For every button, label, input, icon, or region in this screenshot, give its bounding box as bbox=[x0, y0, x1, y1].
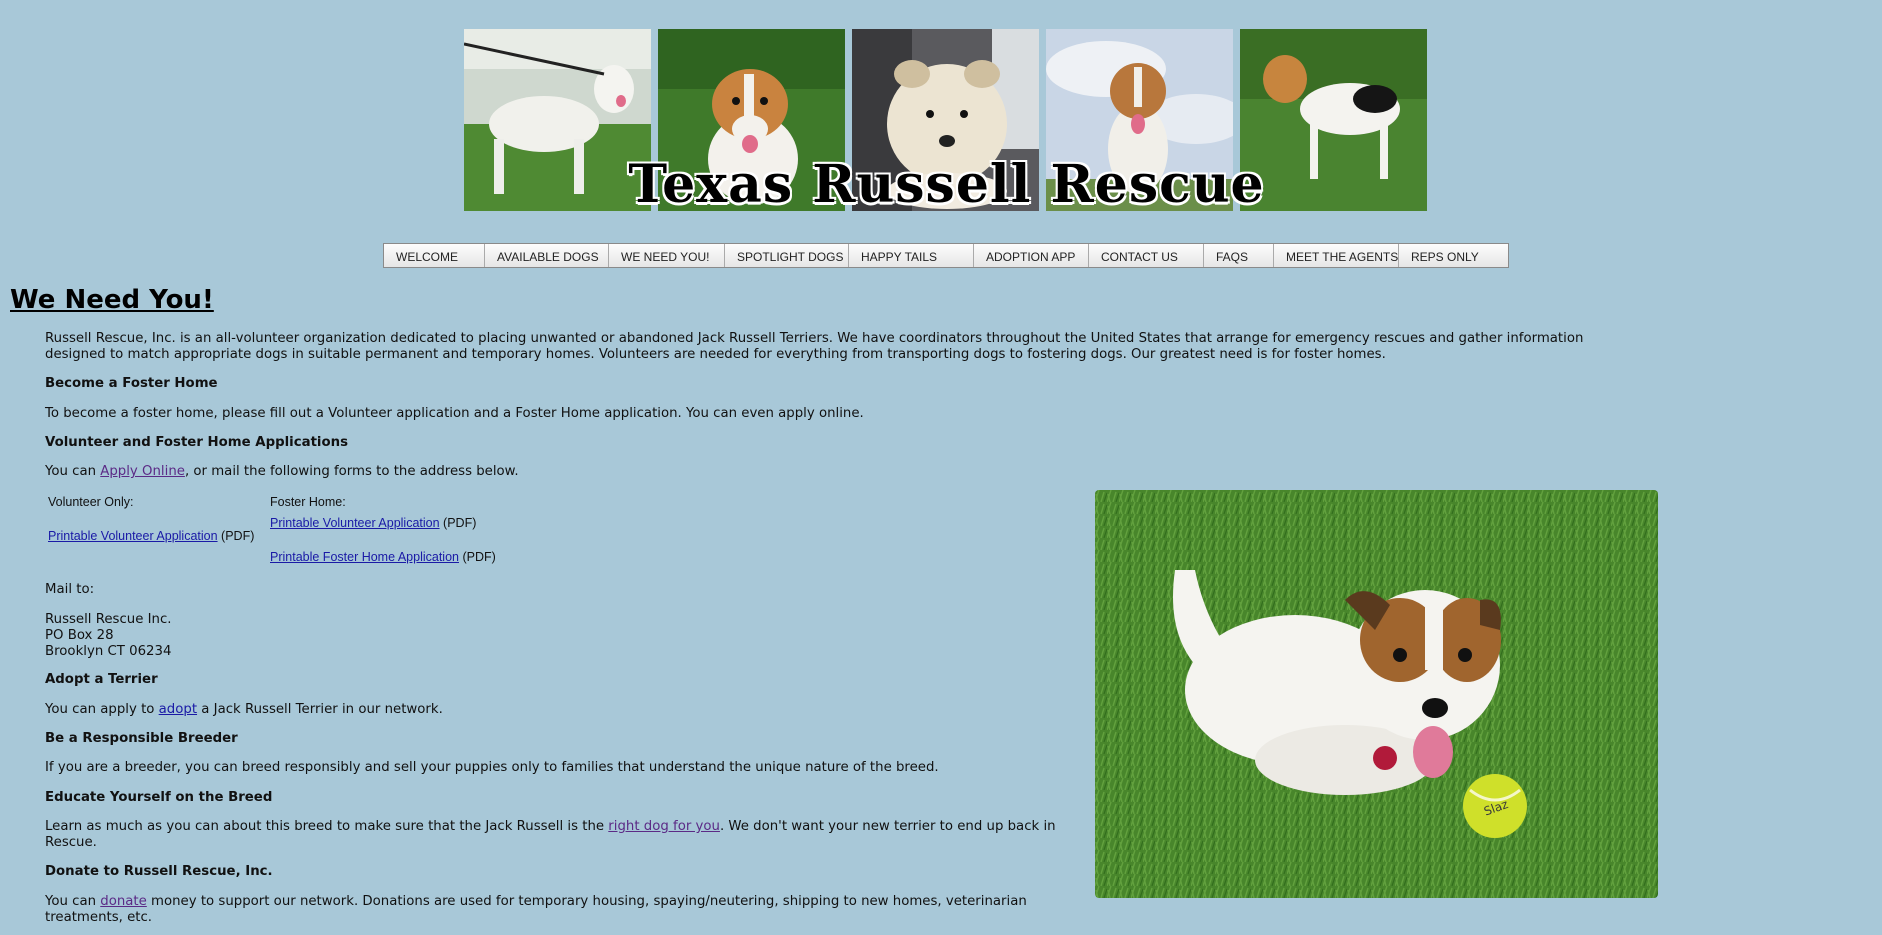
volunteer-application-link[interactable]: Printable Volunteer Application bbox=[48, 529, 218, 543]
page-title: We Need You! bbox=[10, 285, 214, 315]
foster-volunteer-application-link[interactable]: Printable Volunteer Application bbox=[270, 516, 440, 530]
dog-with-ball-photo: Slaz bbox=[1095, 490, 1658, 898]
nav-spotlight-dogs[interactable]: SPOTLIGHT DOGS bbox=[725, 244, 849, 267]
foster-home-row: Printable Foster Home Application (PDF) bbox=[270, 549, 496, 565]
nav-happy-tails[interactable]: HAPPY TAILS bbox=[849, 244, 974, 267]
donate-link[interactable]: donate bbox=[100, 894, 147, 909]
adopt-text-before: You can apply to bbox=[45, 702, 159, 717]
apply-online-link[interactable]: Apply Online bbox=[100, 464, 185, 479]
adopt-text-after: a Jack Russell Terrier in our network. bbox=[197, 702, 443, 717]
pdf-label: (PDF) bbox=[221, 529, 255, 543]
nav-we-need-you[interactable]: WE NEED YOU! bbox=[609, 244, 725, 267]
foster-home-application-link[interactable]: Printable Foster Home Application bbox=[270, 550, 459, 564]
intro-text: Russell Rescue, Inc. is an all-volunteer… bbox=[45, 331, 1584, 362]
site-title: Texas Russell Rescue bbox=[628, 154, 1265, 215]
nav-adoption-app[interactable]: ADOPTION APP bbox=[974, 244, 1089, 267]
nav-faqs[interactable]: FAQS bbox=[1204, 244, 1274, 267]
foster-label: Foster Home: bbox=[270, 495, 346, 509]
pdf-label: (PDF) bbox=[443, 516, 477, 530]
mail-line-3: Brooklyn CT 06234 bbox=[45, 644, 172, 659]
breeder-text: If you are a breeder, you can breed resp… bbox=[45, 760, 939, 775]
applications-text-before: You can bbox=[45, 464, 101, 479]
main-nav: WELCOME AVAILABLE DOGS WE NEED YOU! SPOT… bbox=[383, 243, 1509, 268]
foster-volunteer-row: Printable Volunteer Application (PDF) bbox=[270, 515, 476, 531]
donate-text: You can donate money to support our netw… bbox=[45, 894, 1045, 926]
adopt-heading: Adopt a Terrier bbox=[45, 672, 158, 687]
volunteer-only-row: Printable Volunteer Application (PDF) bbox=[48, 528, 254, 544]
educate-heading: Educate Yourself on the Breed bbox=[45, 790, 273, 805]
mail-line-1: Russell Rescue Inc. bbox=[45, 612, 172, 627]
donate-text-before: You can bbox=[45, 894, 101, 909]
applications-heading: Volunteer and Foster Home Applications bbox=[45, 435, 349, 450]
nav-meet-the-agents[interactable]: MEET THE AGENTS bbox=[1274, 244, 1399, 267]
site-banner: Texas Russell Rescue bbox=[464, 29, 1429, 211]
nav-reps-only[interactable]: REPS ONLY bbox=[1399, 244, 1508, 267]
educate-text-before: Learn as much as you can about this bree… bbox=[45, 819, 609, 834]
adopt-text: You can apply to adopt a Jack Russell Te… bbox=[45, 702, 443, 718]
applications-text: You can Apply Online, or mail the follow… bbox=[45, 464, 519, 480]
mail-label: Mail to: bbox=[45, 582, 95, 597]
donate-text-after: money to support our network. Donations … bbox=[45, 894, 1027, 925]
educate-text: Learn as much as you can about this bree… bbox=[45, 819, 1075, 851]
pdf-label: (PDF) bbox=[462, 550, 496, 564]
adopt-link[interactable]: adopt bbox=[159, 702, 197, 717]
donate-heading: Donate to Russell Rescue, Inc. bbox=[45, 864, 273, 879]
right-dog-link[interactable]: right dog for you bbox=[608, 819, 720, 834]
nav-contact-us[interactable]: CONTACT US bbox=[1089, 244, 1204, 267]
nav-available-dogs[interactable]: AVAILABLE DOGS bbox=[485, 244, 609, 267]
volunteer-label: Volunteer Only: bbox=[48, 495, 134, 509]
foster-heading: Become a Foster Home bbox=[45, 376, 218, 391]
foster-text: To become a foster home, please fill out… bbox=[45, 406, 864, 421]
breeder-heading: Be a Responsible Breeder bbox=[45, 731, 238, 746]
mail-line-2: PO Box 28 bbox=[45, 628, 114, 643]
nav-welcome[interactable]: WELCOME bbox=[384, 244, 485, 267]
applications-text-after: , or mail the following forms to the add… bbox=[184, 464, 519, 479]
